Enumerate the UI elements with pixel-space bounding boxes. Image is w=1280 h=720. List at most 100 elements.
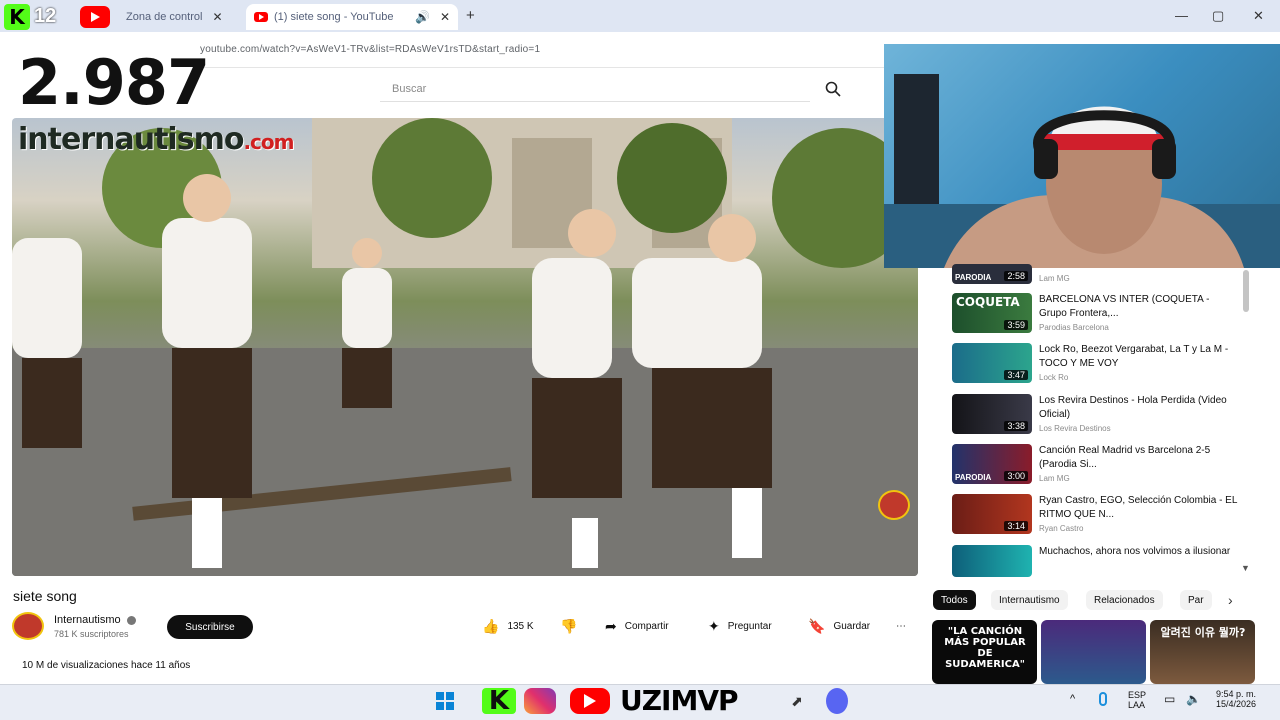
kick-viewer-count: 12	[34, 5, 57, 27]
channel-name[interactable]: Internautismo	[54, 614, 136, 626]
tab-label: Zona de control	[126, 11, 203, 23]
minimize-button[interactable]: —	[1175, 8, 1188, 23]
video-thumbnail	[952, 545, 1032, 577]
windows-logo-icon	[436, 692, 454, 710]
chip-todos[interactable]: Todos	[933, 590, 976, 610]
recommendation-item[interactable]: PARODIA 3:00 Canción Real Madrid vs Barc…	[952, 444, 1242, 488]
close-icon[interactable]: ✕	[440, 10, 450, 24]
ask-button[interactable]: ✦ Preguntar	[708, 614, 772, 638]
chip-relacionados[interactable]: Relacionados	[1086, 590, 1163, 610]
webcam-frame	[884, 74, 1280, 268]
uzimvp-logo: UZIMVP	[620, 684, 739, 717]
thumbs-up-icon: 👍	[482, 617, 500, 634]
search-button[interactable]	[820, 78, 846, 100]
recommendation-item[interactable]: Muchachos, ahora nos volvimos a ilusiona…	[952, 545, 1242, 577]
tab-zona-de-control[interactable]: Zona de control ✕	[118, 4, 238, 30]
thumbnail-text: PARODIA	[955, 473, 992, 482]
discord-icon[interactable]	[826, 688, 848, 714]
kick-logo: K	[4, 4, 30, 30]
maximize-button[interactable]: ▢	[1212, 8, 1224, 24]
video-thumbnail: PARODIA 3:00	[952, 444, 1032, 484]
recommendation-item[interactable]: COQUETA 3:59 BARCELONA VS INTER (COQUETA…	[952, 293, 1242, 337]
recommendation-channel: Lam MG	[1039, 274, 1070, 283]
duration-badge: 2:58	[1004, 271, 1028, 281]
more-actions-button[interactable]: ⋯	[896, 614, 906, 638]
video-title: siete song	[13, 588, 77, 604]
speaker-icon[interactable]: 🔊	[415, 10, 430, 24]
language-indicator[interactable]: ESP LAA	[1128, 690, 1146, 710]
windows-start-icon[interactable]	[434, 688, 456, 714]
short-thumbnail[interactable]: 알려진 이유 뭘까?	[1150, 620, 1255, 684]
duration-badge: 3:14	[1004, 521, 1028, 531]
instagram-icon[interactable]	[524, 688, 556, 714]
app-icon[interactable]: ⬈	[788, 688, 806, 714]
chevron-right-icon[interactable]: ›	[1228, 592, 1233, 608]
kick-taskbar-icon[interactable]: K	[482, 686, 516, 716]
share-button[interactable]: ➦ Compartir	[605, 614, 669, 638]
clock-time: 9:54 p. m.	[1216, 689, 1257, 699]
new-tab-button[interactable]: +	[466, 7, 475, 24]
close-window-button[interactable]: ✕	[1253, 8, 1264, 24]
save-label: Guardar	[833, 620, 871, 632]
tab-siete-song[interactable]: (1) siete song - YouTube 🔊 ✕	[246, 4, 458, 30]
url-text[interactable]: youtube.com/watch?v=AsWeV1-TRv&list=RDAs…	[200, 44, 540, 55]
short-thumbnail[interactable]	[1041, 620, 1146, 684]
network-icon[interactable]: ▭	[1164, 692, 1175, 706]
dislike-button[interactable]: 👎	[560, 614, 585, 638]
recommendation-title: Los Revira Destinos - Hola Perdida (Vide…	[1039, 395, 1227, 420]
microphone-icon[interactable]	[1099, 692, 1107, 706]
share-label: Compartir	[624, 620, 669, 632]
youtube-taskbar-icon[interactable]	[570, 688, 610, 714]
video-thumbnail: COQUETA 3:59	[952, 293, 1032, 333]
short-thumbnail[interactable]: "LA CANCIÓN MÁS POPULAR DE SUDAMERICA"	[932, 620, 1037, 684]
close-icon[interactable]: ✕	[212, 10, 222, 24]
recommendation-title: Ryan Castro, EGO, Selección Colombia - E…	[1039, 495, 1238, 520]
video-frame	[12, 118, 918, 576]
recommendation-item[interactable]: 3:38 Los Revira Destinos - Hola Perdida …	[952, 394, 1242, 438]
recommendation-item[interactable]: 2:58 PARODIA Lam MG	[952, 264, 1242, 286]
recommendation-title: BARCELONA VS INTER (COQUETA - Grupo Fron…	[1039, 294, 1210, 319]
sidebar-scrollbar[interactable]	[1243, 270, 1249, 312]
save-button[interactable]: 🔖 Guardar	[808, 614, 870, 638]
subscribe-button[interactable]: Suscribirse	[167, 615, 253, 639]
thumbnail-text: COQUETA	[956, 295, 1020, 309]
video-thumbnail: 2:58 PARODIA	[952, 264, 1032, 284]
duration-badge: 3:38	[1004, 421, 1028, 431]
recommendation-channel: Lock Ro	[1039, 373, 1069, 382]
search-placeholder: Buscar	[392, 82, 427, 95]
scroll-down-icon[interactable]: ▼	[1241, 563, 1250, 573]
volume-icon[interactable]: 🔈	[1186, 692, 1201, 706]
channel-watermark-icon[interactable]	[878, 490, 910, 520]
watermark-text: internautismo	[18, 122, 244, 157]
sparkle-icon: ✦	[708, 617, 720, 634]
share-icon: ➦	[605, 617, 617, 634]
duration-badge: 3:59	[1004, 320, 1028, 330]
bookmark-icon: 🔖	[808, 617, 826, 634]
video-watermark: internautismo.com	[18, 122, 294, 157]
subscriber-count: 781 K suscriptores	[54, 629, 129, 639]
recommendation-item[interactable]: 3:47 Lock Ro, Beezot Vergarabat, La T y …	[952, 343, 1242, 387]
thumbs-down-icon: 👎	[560, 617, 578, 634]
search-input[interactable]: Buscar	[380, 76, 810, 102]
like-button[interactable]: 👍 135 K	[482, 614, 534, 638]
recommendation-channel: Lam MG	[1039, 474, 1070, 483]
short-thumbnail-text: 알려진 이유 뭘까?	[1160, 626, 1246, 639]
recommendation-title: Canción Real Madrid vs Barcelona 2-5 (Pa…	[1039, 445, 1211, 470]
chip-internautismo[interactable]: Internautismo	[991, 590, 1068, 610]
duration-badge: 3:47	[1004, 370, 1028, 380]
tray-overflow-icon[interactable]: ^	[1070, 693, 1075, 705]
recommendation-item[interactable]: 3:14 Ryan Castro, EGO, Selección Colombi…	[952, 494, 1242, 538]
watermark-suffix: .com	[243, 130, 294, 154]
clock[interactable]: 9:54 p. m. 15/4/2026	[1216, 689, 1256, 709]
chip-par[interactable]: Par	[1180, 590, 1212, 610]
duration-badge: 3:00	[1004, 471, 1028, 481]
search-icon	[825, 81, 841, 97]
webcam-overlay	[884, 44, 1280, 268]
short-thumbnail-text: "LA CANCIÓN MÁS POPULAR DE SUDAMERICA"	[944, 626, 1026, 670]
video-thumbnail: 3:38	[952, 394, 1032, 434]
thumbnail-text: PARODIA	[955, 273, 992, 282]
channel-avatar[interactable]	[12, 612, 44, 640]
overlay-counter: 2.987	[0, 36, 210, 128]
video-player[interactable]	[12, 118, 918, 576]
recommendation-channel: Los Revira Destinos	[1039, 424, 1111, 433]
